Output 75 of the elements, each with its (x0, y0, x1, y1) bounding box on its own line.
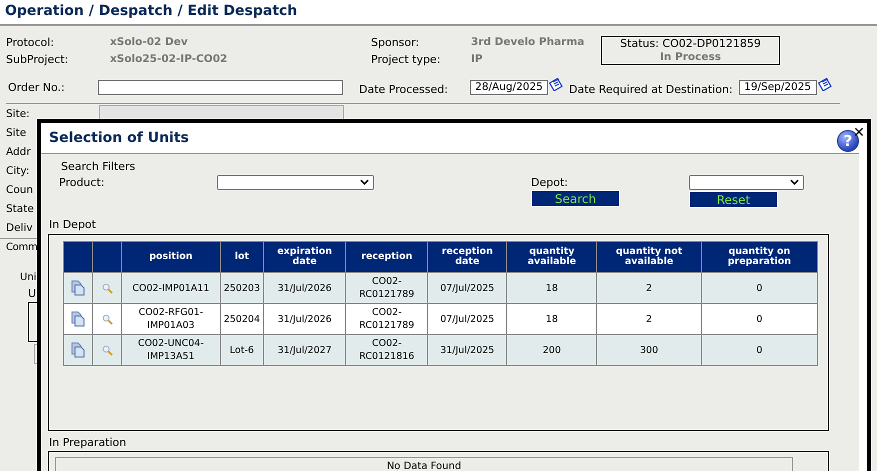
chevron-down-icon[interactable] (790, 179, 799, 185)
table-cell: 250203 (220, 272, 264, 304)
column-header: quantity on preparation (701, 242, 818, 272)
field-label: U (28, 287, 36, 300)
table-cell: 18 (506, 304, 597, 334)
reset-button[interactable]: Reset (689, 191, 778, 208)
field-value: 3rd Develo Pharma (471, 36, 586, 49)
table-cell: 07/Jul/2025 (428, 304, 507, 334)
column-header: quantity not available (596, 242, 702, 272)
chevron-down-icon[interactable] (360, 179, 369, 185)
table-cell: 300 (596, 334, 702, 366)
field-label: Depot: (531, 175, 569, 189)
table-cell: 07/Jul/2025 (428, 272, 507, 304)
section-title: In Preparation (48, 436, 128, 450)
magnifier-icon[interactable] (102, 314, 112, 324)
field-label: Order No.: (7, 80, 66, 94)
table-cell: CO02-IMP01A11 (122, 272, 220, 304)
field-label: Addr (6, 145, 31, 160)
field-value: IP (471, 53, 484, 66)
field-label: SubProject: (6, 53, 70, 66)
table-cell: 31/Jul/2026 (263, 272, 346, 304)
column-header: lot (220, 242, 264, 272)
section-title: In Depot (48, 218, 97, 232)
column-header: reception date (428, 242, 507, 272)
status-label: Status: CO02-DP0121859 (619, 37, 762, 51)
field-label: Sponsor: (371, 36, 420, 49)
documents-icon[interactable] (71, 280, 85, 296)
table-cell: 200 (506, 334, 597, 366)
column-header: quantity available (506, 242, 597, 272)
table-cell: 250204 (220, 304, 264, 334)
empty-message: No Data Found (55, 457, 793, 471)
field-value: xSolo-02 Dev (110, 36, 189, 49)
table-cell: 0 (701, 304, 818, 334)
table-cell: 2 (596, 304, 702, 334)
product-dropdown[interactable] (217, 175, 374, 190)
table-cell: 31/Jul/2026 (263, 304, 346, 334)
dialog-title: Selection of Units (48, 130, 189, 146)
table-cell: Lot-6 (220, 334, 264, 366)
table-cell: CO02-RC0121789 (346, 304, 428, 334)
column-header: expiration date (263, 242, 346, 272)
field-label: Site (6, 126, 26, 141)
section-label: Uni (20, 272, 36, 283)
field-label: Deliv (6, 221, 33, 236)
status-state: In Process (659, 51, 722, 63)
section-title: Search Filters (60, 160, 136, 173)
table-cell: 18 (506, 272, 597, 304)
column-header: reception (346, 242, 428, 272)
table-cell: 0 (701, 272, 818, 304)
table-cell: 2 (596, 272, 702, 304)
depot-dropdown[interactable] (689, 175, 804, 190)
field-label: Product: (58, 175, 106, 189)
field-label: Coun (6, 183, 34, 198)
field-label: Project type: (371, 53, 442, 66)
calendar-icon[interactable] (549, 77, 563, 91)
field-label: City: (6, 164, 30, 179)
order-number-field[interactable] (98, 80, 343, 94)
field-value: xSolo25-02-IP-CO02 (110, 53, 228, 66)
table-cell: 31/Jul/2027 (263, 334, 346, 366)
table-cell: CO02-RC0121816 (346, 334, 428, 366)
field-label: Date Required at Destination: (568, 82, 734, 96)
table-cell: CO02-RFG01-IMP01A03 (122, 304, 220, 334)
table-cell: 0 (701, 334, 818, 366)
column-header: position (122, 242, 220, 272)
field-label: State (6, 202, 34, 217)
table-cell: CO02-RC0121789 (346, 272, 428, 304)
table-cell: CO02-UNC04-IMP13A51 (122, 334, 220, 366)
page-title: Operation / Despatch / Edit Despatch (0, 0, 877, 26)
calendar-icon[interactable] (818, 77, 832, 91)
field-label: Protocol: (6, 36, 56, 49)
field-label: Date Processed: (359, 82, 449, 96)
search-button[interactable]: Search (531, 190, 620, 207)
documents-icon[interactable] (71, 311, 85, 327)
documents-icon[interactable] (71, 342, 85, 358)
field-label: Site: (6, 107, 30, 122)
table-cell: 31/Jul/2025 (428, 334, 507, 366)
